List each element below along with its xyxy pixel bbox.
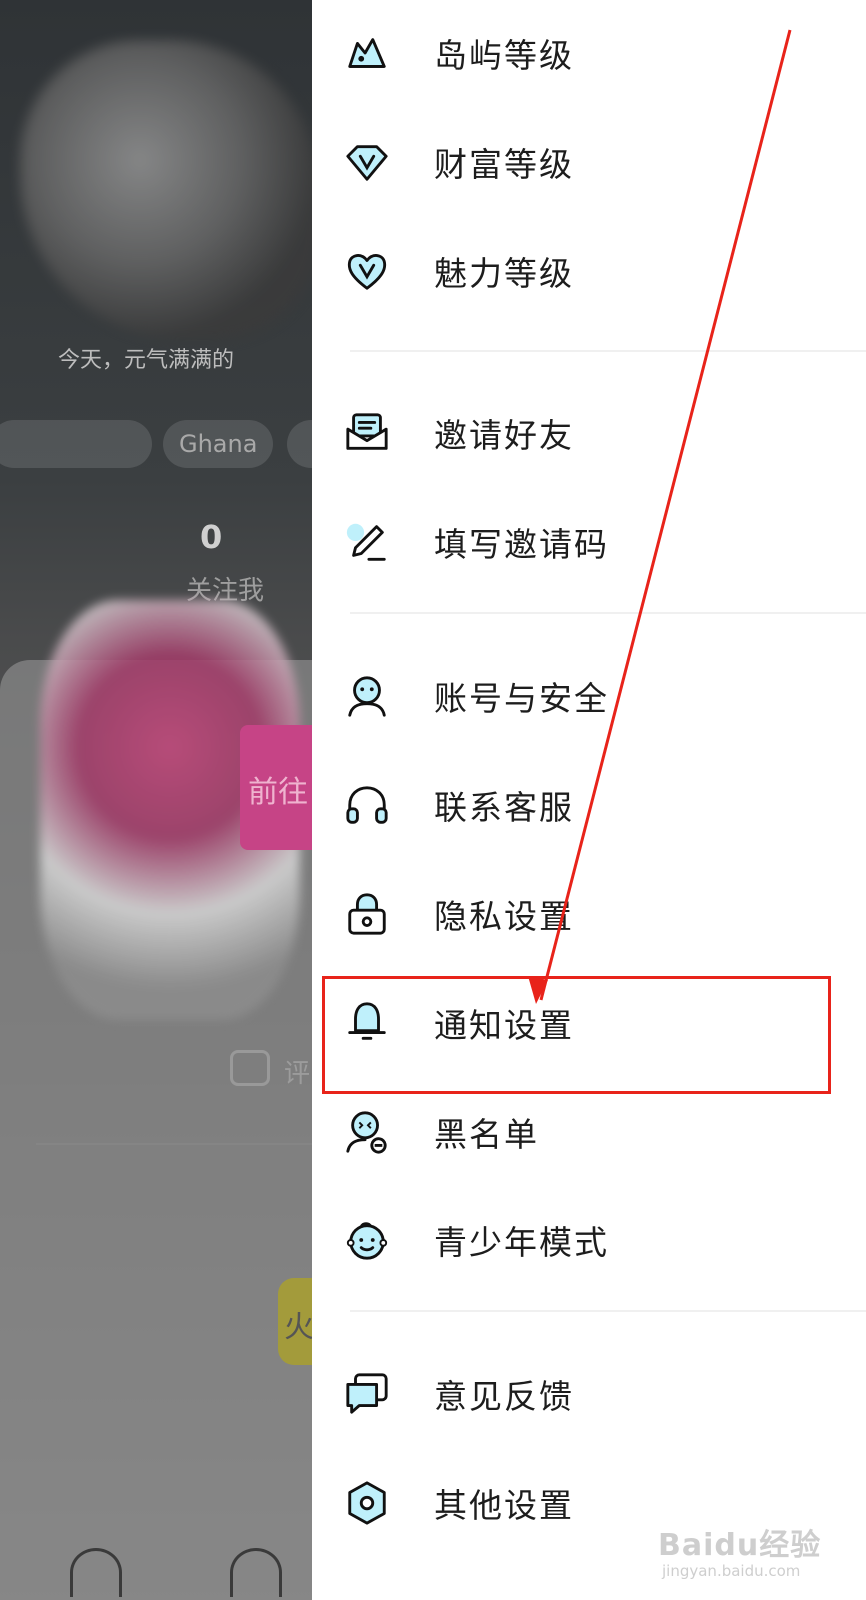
- menu-item-label: 邀请好友: [434, 416, 574, 455]
- side-drawer: 岛屿等级 财富等级 魅力等级 邀请好友 填写邀请码 账号与安全 联系客服 隐私设…: [312, 0, 866, 1600]
- feedback-chat-icon: [342, 1369, 392, 1419]
- highlight-box: [322, 976, 831, 1094]
- menu-item-label: 魅力等级: [434, 254, 574, 293]
- menu-item-label: 青少年模式: [434, 1223, 609, 1262]
- menu-item-blacklist[interactable]: 黑名单: [342, 1092, 822, 1172]
- background-go-button-label: 前往: [248, 775, 308, 810]
- hexagon-settings-icon: [342, 1478, 392, 1528]
- menu-item-label: 岛屿等级: [434, 36, 574, 75]
- menu-item-label: 财富等级: [434, 145, 574, 184]
- background-tag-ghana: Ghana: [163, 420, 274, 468]
- background-go-button: 前往: [240, 725, 312, 850]
- tab-icon-left: [70, 1548, 122, 1597]
- watermark-logo: Baidu经验: [658, 1528, 822, 1563]
- menu-item-charm-level[interactable]: 魅力等级: [342, 231, 822, 311]
- blocked-user-icon: [342, 1107, 392, 1157]
- background-yellow-button: 火: [278, 1278, 312, 1365]
- menu-item-label: 联系客服: [434, 788, 574, 827]
- follow-count: 0: [200, 518, 223, 556]
- menu-item-label: 其他设置: [434, 1486, 574, 1525]
- menu-item-label: 填写邀请码: [434, 525, 609, 564]
- menu-item-wealth-level[interactable]: 财富等级: [342, 122, 822, 202]
- menu-item-label: 意见反馈: [434, 1377, 574, 1416]
- background-page: 今天，元气满满的 Ghana 0 关注我 前往 评 火: [0, 0, 312, 1600]
- background-tag-left: [0, 420, 152, 468]
- blurred-photo: [20, 40, 312, 340]
- comment-icon: [230, 1050, 270, 1086]
- menu-divider: [350, 350, 866, 352]
- lock-icon: [342, 889, 392, 939]
- background-tag-right: [287, 420, 312, 468]
- menu-divider: [350, 1310, 866, 1312]
- menu-item-label: 隐私设置: [434, 897, 574, 936]
- background-divider: [36, 1143, 312, 1145]
- menu-item-label: 黑名单: [434, 1115, 539, 1154]
- menu-item-label: 账号与安全: [434, 679, 609, 718]
- menu-divider: [350, 612, 866, 614]
- menu-item-enter-invite-code[interactable]: 填写邀请码: [342, 502, 822, 582]
- child-face-icon: [342, 1215, 392, 1265]
- watermark-url: jingyan.baidu.com: [662, 1562, 801, 1580]
- account-user-icon: [342, 671, 392, 721]
- pencil-icon: [342, 517, 392, 567]
- charm-heart-icon: [342, 246, 392, 296]
- island-icon: [342, 28, 392, 78]
- menu-item-island-level[interactable]: 岛屿等级: [342, 13, 822, 93]
- background-caption: 今天，元气满满的: [58, 348, 235, 373]
- wealth-diamond-icon: [342, 137, 392, 187]
- background-comment-text: 评: [284, 1059, 311, 1089]
- menu-item-teen-mode[interactable]: 青少年模式: [342, 1200, 822, 1280]
- menu-item-contact-support[interactable]: 联系客服: [342, 765, 822, 845]
- headset-icon: [342, 780, 392, 830]
- menu-item-feedback[interactable]: 意见反馈: [342, 1354, 822, 1434]
- menu-item-privacy-settings[interactable]: 隐私设置: [342, 874, 822, 954]
- tab-icon-home: [230, 1548, 282, 1597]
- menu-item-invite-friends[interactable]: 邀请好友: [342, 393, 822, 473]
- baidu-watermark: Baidu经验 jingyan.baidu.com: [658, 1520, 858, 1590]
- invite-envelope-icon: [342, 408, 392, 458]
- menu-item-account-security[interactable]: 账号与安全: [342, 656, 822, 736]
